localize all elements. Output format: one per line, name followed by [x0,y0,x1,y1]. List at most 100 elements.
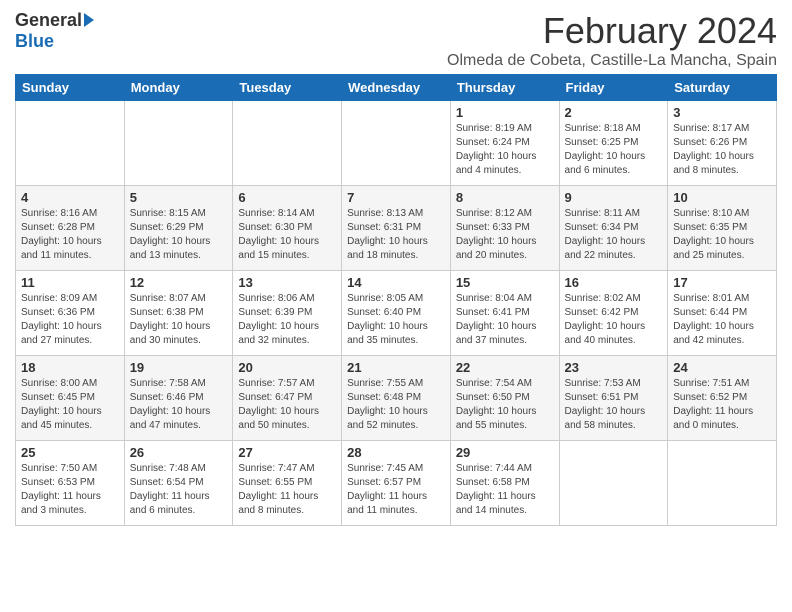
day-info: Sunrise: 7:54 AM Sunset: 6:50 PM Dayligh… [456,377,554,433]
calendar-cell [233,101,342,186]
day-number: 25 [21,445,119,460]
calendar-cell: 11Sunrise: 8:09 AM Sunset: 6:36 PM Dayli… [16,271,125,356]
calendar-cell: 28 Sunrise: 7:45 AM Sunset: 6:57 PM Dayli… [342,441,451,526]
calendar-week-2: 4 Sunrise: 8:16 AM Sunset: 6:28 PM Daylig… [16,186,777,271]
day-info: Sunrise: 8:18 AM Sunset: 6:25 PM Dayligh… [565,122,663,178]
day-info: Sunrise: 7:53 AM Sunset: 6:51 PM Dayligh… [565,377,663,433]
calendar-cell [559,441,668,526]
day-info: Sunrise: 8:01 AM Sunset: 6:44 PM Dayligh… [673,292,771,348]
calendar-cell: 9Sunrise: 8:11 AM Sunset: 6:34 PM Daylig… [559,186,668,271]
main-title: February 2024 [447,10,777,52]
header-sunday: Sunday [16,75,125,101]
day-number: 23 [565,360,663,375]
day-info: Sunrise: 8:11 AM Sunset: 6:34 PM Dayligh… [565,207,663,263]
calendar-cell: 12 Sunrise: 8:07 AM Sunset: 6:38 PM Dayli… [124,271,233,356]
calendar-cell [124,101,233,186]
day-number: 22 [456,360,554,375]
day-number: 20 [238,360,336,375]
calendar-cell: 19 Sunrise: 7:58 AM Sunset: 6:46 PM Dayli… [124,356,233,441]
day-info: Sunrise: 8:12 AM Sunset: 6:33 PM Dayligh… [456,207,554,263]
calendar-cell: 25 Sunrise: 7:50 AM Sunset: 6:53 PM Dayli… [16,441,125,526]
day-number: 4 [21,190,119,205]
calendar-week-1: 1 Sunrise: 8:19 AM Sunset: 6:24 PM Daylig… [16,101,777,186]
calendar-cell: 16Sunrise: 8:02 AM Sunset: 6:42 PM Dayli… [559,271,668,356]
calendar-header-row: Sunday Monday Tuesday Wednesday Thursday… [16,75,777,101]
day-number: 26 [130,445,228,460]
calendar-cell: 10 Sunrise: 8:10 AM Sunset: 6:35 PM Dayli… [668,186,777,271]
calendar-cell: 24 Sunrise: 7:51 AM Sunset: 6:52 PM Dayli… [668,356,777,441]
day-number: 28 [347,445,445,460]
day-info: Sunrise: 7:57 AM Sunset: 6:47 PM Dayligh… [238,377,336,433]
day-number: 24 [673,360,771,375]
calendar-week-5: 25 Sunrise: 7:50 AM Sunset: 6:53 PM Dayli… [16,441,777,526]
calendar-cell: 20 Sunrise: 7:57 AM Sunset: 6:47 PM Dayli… [233,356,342,441]
calendar-cell: 22 Sunrise: 7:54 AM Sunset: 6:50 PM Dayli… [450,356,559,441]
calendar-cell [16,101,125,186]
day-number: 12 [130,275,228,290]
day-number: 29 [456,445,554,460]
calendar-cell: 27 Sunrise: 7:47 AM Sunset: 6:55 PM Dayli… [233,441,342,526]
day-number: 8 [456,190,554,205]
calendar-cell: 23 Sunrise: 7:53 AM Sunset: 6:51 PM Dayli… [559,356,668,441]
day-info: Sunrise: 7:47 AM Sunset: 6:55 PM Dayligh… [238,462,336,518]
calendar-cell: 26Sunrise: 7:48 AM Sunset: 6:54 PM Dayli… [124,441,233,526]
day-info: Sunrise: 7:51 AM Sunset: 6:52 PM Dayligh… [673,377,771,433]
calendar-cell: 3Sunrise: 8:17 AM Sunset: 6:26 PM Daylig… [668,101,777,186]
calendar-cell [668,441,777,526]
day-number: 1 [456,105,554,120]
day-number: 14 [347,275,445,290]
day-number: 5 [130,190,228,205]
logo-general: General [15,10,82,31]
day-info: Sunrise: 8:04 AM Sunset: 6:41 PM Dayligh… [456,292,554,348]
page-container: General Blue February 2024 Olmeda de Cob… [0,0,792,536]
day-number: 19 [130,360,228,375]
day-info: Sunrise: 8:17 AM Sunset: 6:26 PM Dayligh… [673,122,771,178]
calendar-cell: 1 Sunrise: 8:19 AM Sunset: 6:24 PM Daylig… [450,101,559,186]
day-info: Sunrise: 7:50 AM Sunset: 6:53 PM Dayligh… [21,462,119,518]
day-info: Sunrise: 8:16 AM Sunset: 6:28 PM Dayligh… [21,207,119,263]
day-number: 11 [21,275,119,290]
calendar-cell: 13 Sunrise: 8:06 AM Sunset: 6:39 PM Dayli… [233,271,342,356]
day-number: 6 [238,190,336,205]
day-info: Sunrise: 8:15 AM Sunset: 6:29 PM Dayligh… [130,207,228,263]
calendar-cell: 5 Sunrise: 8:15 AM Sunset: 6:29 PM Daylig… [124,186,233,271]
day-info: Sunrise: 7:58 AM Sunset: 6:46 PM Dayligh… [130,377,228,433]
calendar-cell: 14 Sunrise: 8:05 AM Sunset: 6:40 PM Dayli… [342,271,451,356]
day-number: 21 [347,360,445,375]
calendar-week-4: 18 Sunrise: 8:00 AM Sunset: 6:45 PM Dayli… [16,356,777,441]
logo: General Blue [15,10,94,52]
logo-arrow-icon [84,13,94,27]
calendar-cell: 21 Sunrise: 7:55 AM Sunset: 6:48 PM Dayli… [342,356,451,441]
day-number: 27 [238,445,336,460]
day-number: 10 [673,190,771,205]
title-section: February 2024 Olmeda de Cobeta, Castille… [447,10,777,70]
day-info: Sunrise: 8:10 AM Sunset: 6:35 PM Dayligh… [673,207,771,263]
calendar-cell: 7Sunrise: 8:13 AM Sunset: 6:31 PM Daylig… [342,186,451,271]
day-info: Sunrise: 7:44 AM Sunset: 6:58 PM Dayligh… [456,462,554,518]
day-info: Sunrise: 8:07 AM Sunset: 6:38 PM Dayligh… [130,292,228,348]
day-info: Sunrise: 8:00 AM Sunset: 6:45 PM Dayligh… [21,377,119,433]
header-tuesday: Tuesday [233,75,342,101]
header-thursday: Thursday [450,75,559,101]
day-number: 16 [565,275,663,290]
header-friday: Friday [559,75,668,101]
day-number: 18 [21,360,119,375]
day-number: 13 [238,275,336,290]
subtitle: Olmeda de Cobeta, Castille-La Mancha, Sp… [447,52,777,70]
header-saturday: Saturday [668,75,777,101]
day-number: 2 [565,105,663,120]
header-monday: Monday [124,75,233,101]
calendar-cell: 2 Sunrise: 8:18 AM Sunset: 6:25 PM Daylig… [559,101,668,186]
calendar-table: Sunday Monday Tuesday Wednesday Thursday… [15,74,777,526]
day-info: Sunrise: 8:06 AM Sunset: 6:39 PM Dayligh… [238,292,336,348]
day-info: Sunrise: 8:05 AM Sunset: 6:40 PM Dayligh… [347,292,445,348]
calendar-cell: 6Sunrise: 8:14 AM Sunset: 6:30 PM Daylig… [233,186,342,271]
calendar-cell: 8 Sunrise: 8:12 AM Sunset: 6:33 PM Daylig… [450,186,559,271]
header: General Blue February 2024 Olmeda de Cob… [15,10,777,70]
day-info: Sunrise: 8:19 AM Sunset: 6:24 PM Dayligh… [456,122,554,178]
logo-blue: Blue [15,31,54,52]
day-info: Sunrise: 7:45 AM Sunset: 6:57 PM Dayligh… [347,462,445,518]
day-number: 15 [456,275,554,290]
day-info: Sunrise: 7:55 AM Sunset: 6:48 PM Dayligh… [347,377,445,433]
day-number: 17 [673,275,771,290]
